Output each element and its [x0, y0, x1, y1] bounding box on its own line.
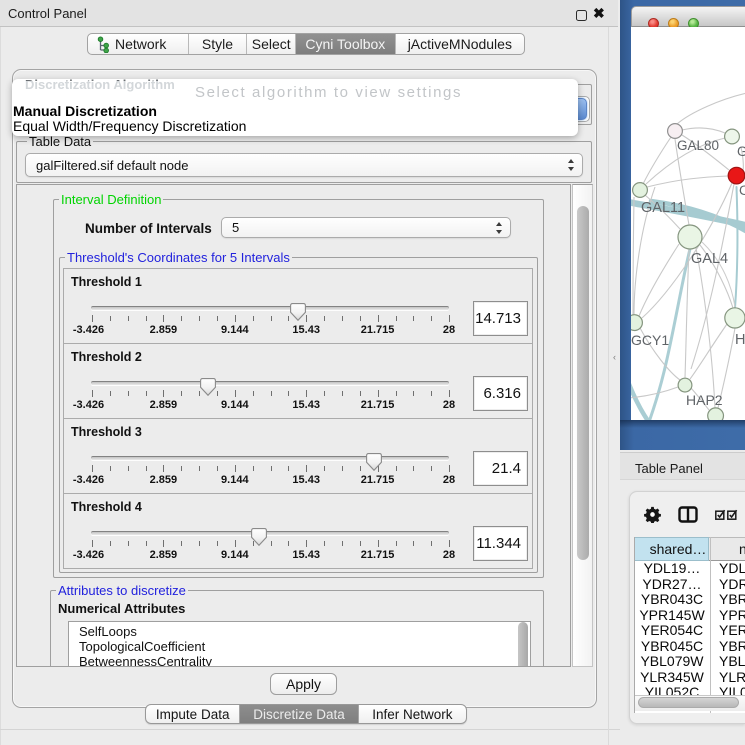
svg-text:H: H — [735, 332, 745, 348]
svg-text:GAL11: GAL11 — [641, 200, 685, 216]
svg-text:GAL4: GAL4 — [691, 251, 728, 267]
svg-text:GCY1: GCY1 — [631, 332, 669, 348]
svg-text:C: C — [739, 183, 745, 198]
svg-text:GA: GA — [737, 144, 745, 159]
svg-text:GAL80: GAL80 — [677, 138, 719, 153]
svg-text:HAP2: HAP2 — [686, 392, 723, 408]
